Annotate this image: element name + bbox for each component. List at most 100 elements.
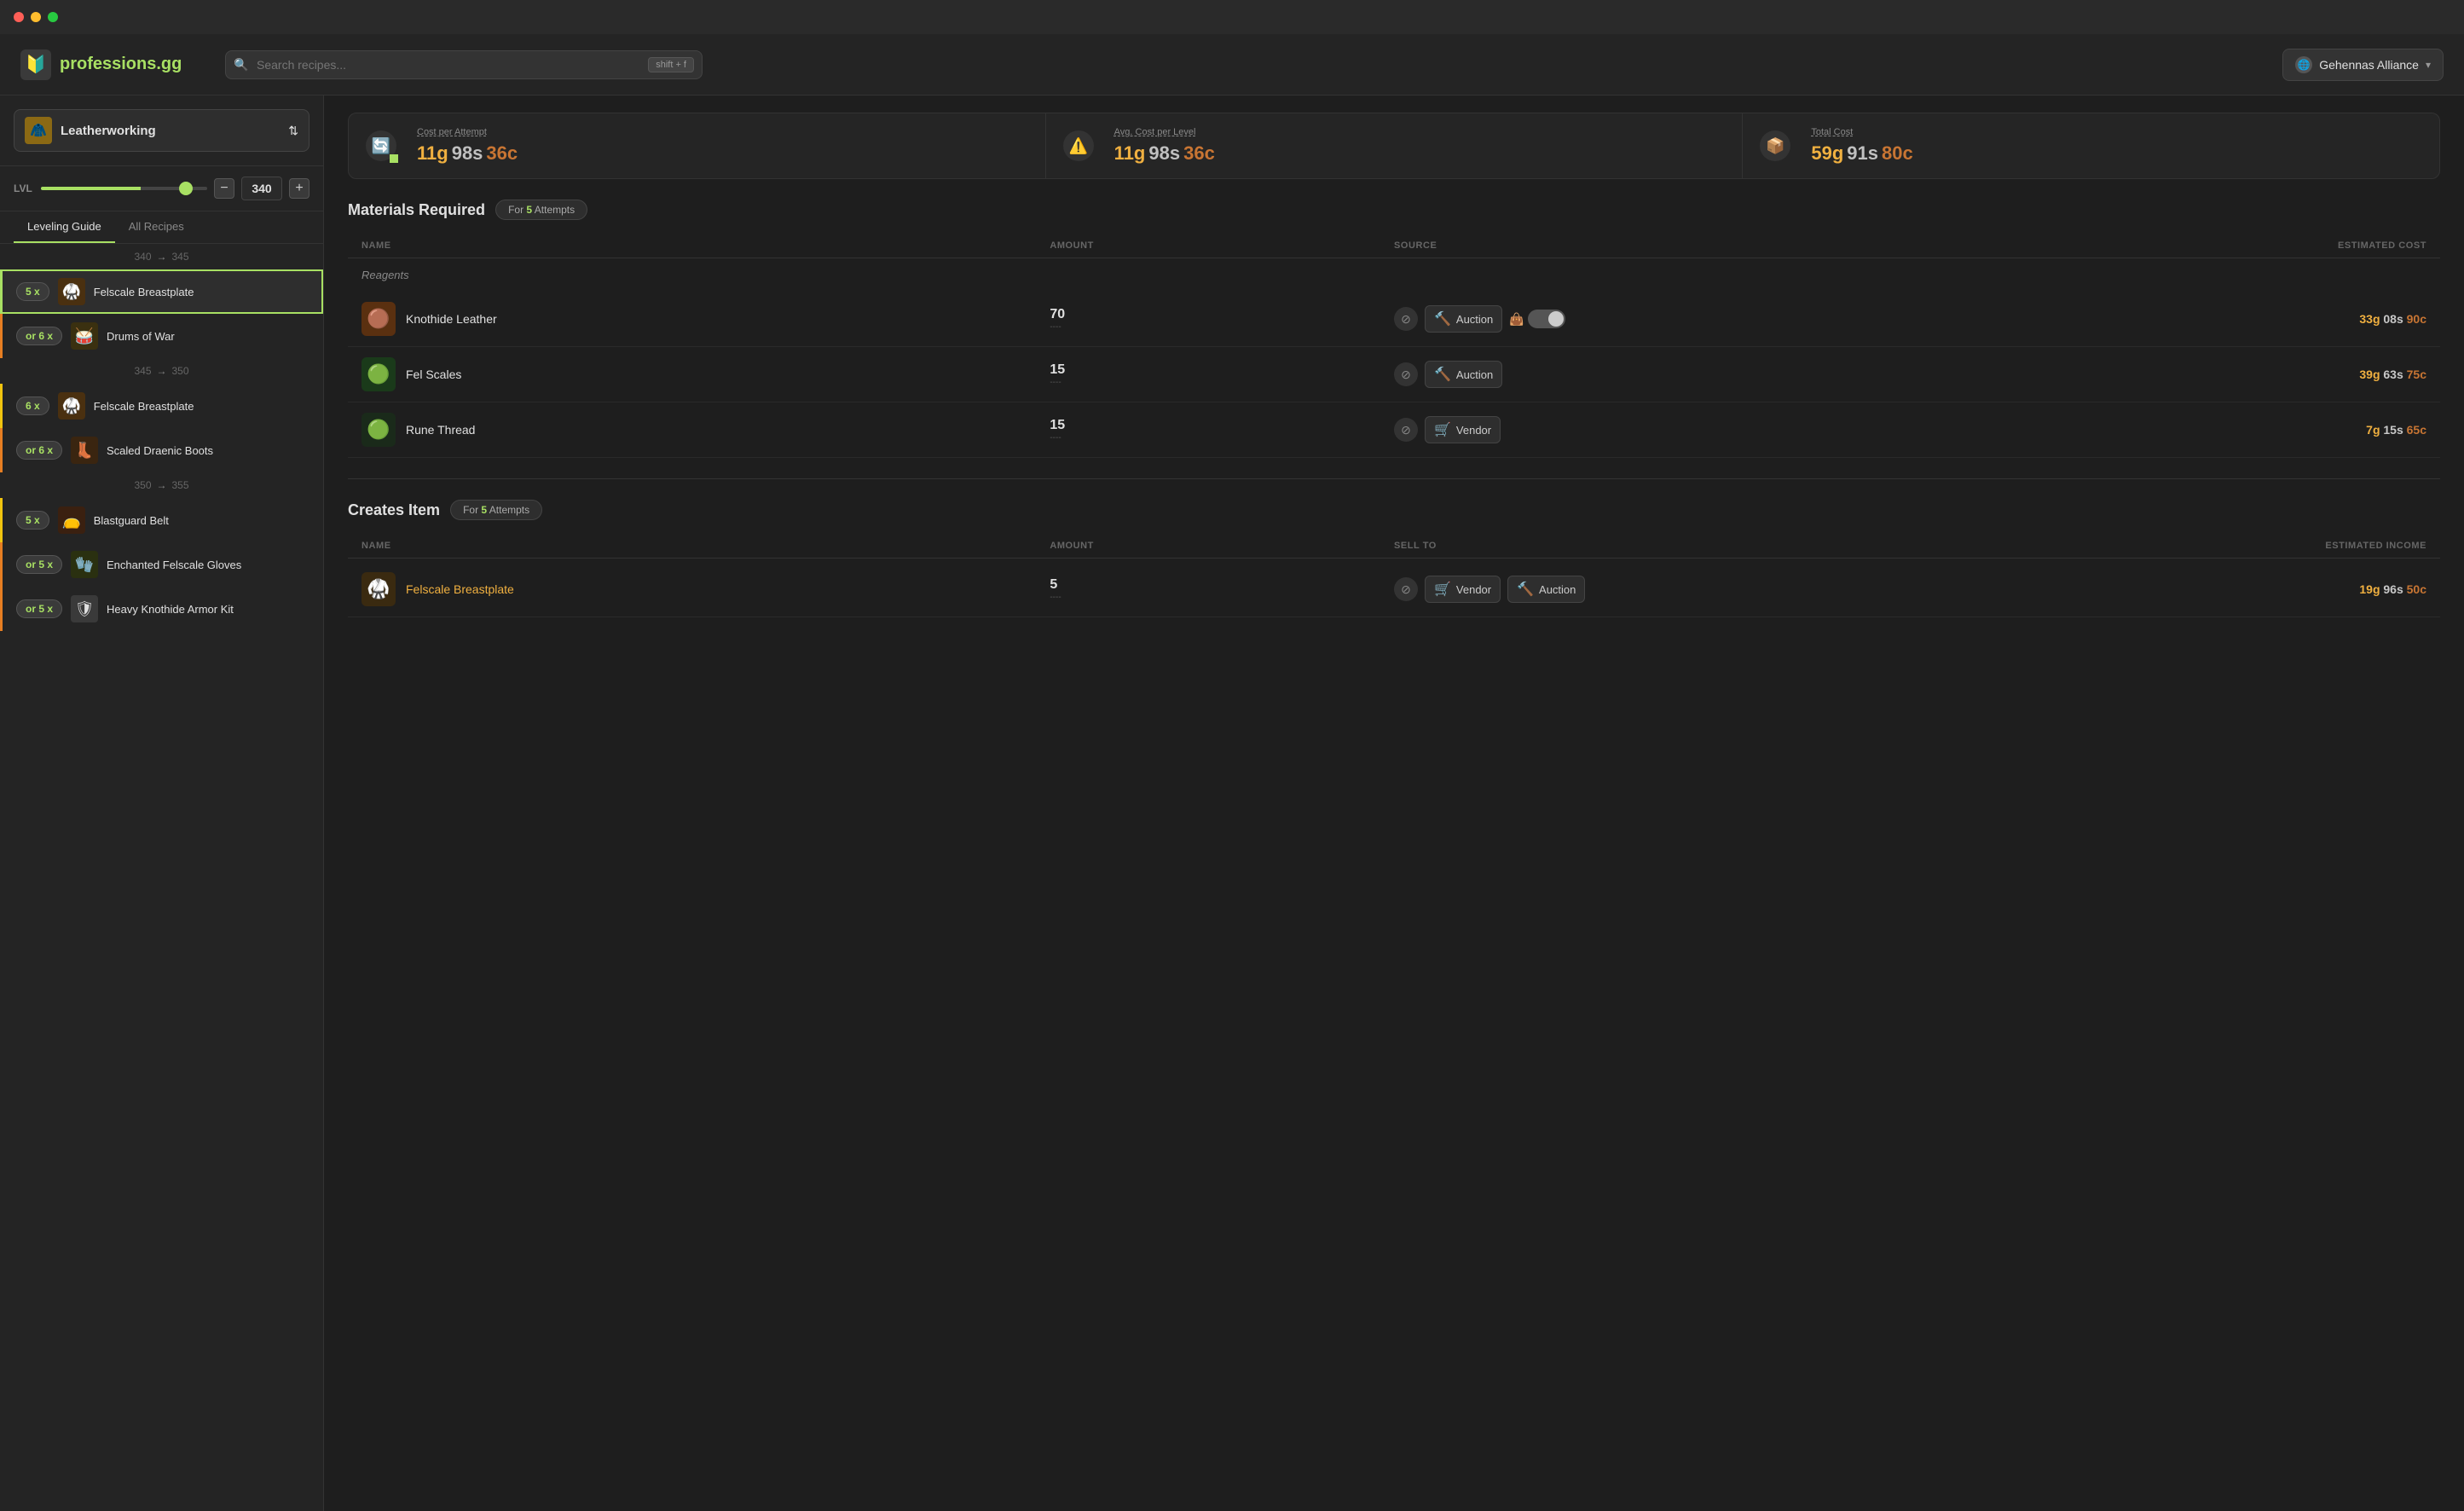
col-amount: AMOUNT	[1050, 240, 1394, 251]
no-source-icon: ⊘	[1394, 418, 1418, 442]
keyboard-shortcut-badge: shift + f	[648, 57, 694, 72]
vendor-icon: 🛒	[1434, 421, 1451, 438]
main-layout: 🧥 Leatherworking ⇅ LVL − 340 + Leveling …	[0, 96, 2464, 1511]
profession-name: Leatherworking	[61, 124, 280, 138]
knothide-cost-cell: 33g 08s 90c	[1911, 312, 2427, 326]
fel-scales-name: Fel Scales	[406, 368, 461, 381]
total-cost-label: Total Cost	[1811, 127, 1912, 137]
auction-label: Auction	[1539, 583, 1576, 596]
fel-scales-source-cell: ⊘ 🔨 Auction	[1394, 361, 1911, 388]
creates-section-header: Creates Item For 5 Attempts	[348, 500, 2440, 520]
level-arrow-icon: →	[157, 479, 167, 491]
item-cell-rune-thread: 🟢 Rune Thread	[362, 413, 1050, 447]
rune-thread-cost-cell: 7g 15s 65c	[1911, 423, 2427, 437]
creates-col-amount: AMOUNT	[1050, 541, 1394, 551]
table-row: 🥋 Felscale Breastplate 5 ---- ⊘ 🛒 Vendor…	[348, 562, 2440, 617]
fel-scales-amount: 15	[1050, 362, 1394, 378]
auction-source-button[interactable]: 🔨 Auction	[1425, 305, 1502, 333]
rune-thread-icon: 🟢	[362, 413, 396, 447]
rune-thread-name: Rune Thread	[406, 423, 475, 437]
search-icon: 🔍	[234, 57, 248, 72]
vendor-sell-button[interactable]: 🛒 Vendor	[1425, 576, 1501, 603]
close-button[interactable]	[14, 12, 24, 22]
cost-per-attempt-icon: 🔄	[366, 130, 396, 161]
logo-text: professions.gg	[60, 55, 182, 74]
amount-dash: ----	[1050, 593, 1394, 602]
bag-icon: 👜	[1509, 312, 1524, 327]
search-input[interactable]	[225, 50, 703, 79]
vendor-label: Vendor	[1456, 583, 1491, 596]
toggle-thumb	[1548, 311, 1564, 327]
title-bar	[0, 0, 2464, 34]
item-cell-felscale-creates: 🥋 Felscale Breastplate	[362, 572, 1050, 606]
stats-bar: 🔄 Cost per Attempt 11g 98s 36c	[348, 113, 2440, 179]
amount-dash: ----	[1050, 433, 1394, 443]
recipe-name: Felscale Breastplate	[94, 400, 194, 413]
recipe-item-blastguard-belt[interactable]: 5 x 👝 Blastguard Belt	[0, 498, 323, 542]
recipe-count-badge: or 5 x	[16, 599, 62, 618]
recipe-count-badge: 5 x	[16, 282, 49, 301]
vendor-icon: 🛒	[1434, 581, 1451, 598]
level-increment-button[interactable]: +	[289, 178, 309, 199]
recipe-name: Blastguard Belt	[94, 514, 169, 527]
recipe-name: Felscale Breastplate	[94, 286, 194, 298]
recipe-name: Scaled Draenic Boots	[107, 444, 213, 457]
profession-select[interactable]: 🧥 Leatherworking ⇅	[14, 109, 309, 152]
realm-globe-icon: 🌐	[2295, 56, 2312, 73]
level-slider[interactable]	[41, 187, 207, 190]
felscale-creates-amount-cell: 5 ----	[1050, 577, 1394, 602]
maximize-button[interactable]	[48, 12, 58, 22]
total-cost-icon: 📦	[1760, 130, 1790, 161]
toggle-bg[interactable]	[1528, 310, 1565, 328]
rune-thread-source-cell: ⊘ 🛒 Vendor	[1394, 416, 1911, 443]
tab-leveling-guide[interactable]: Leveling Guide	[14, 211, 115, 243]
recipe-name: Drums of War	[107, 330, 175, 343]
level-decrement-button[interactable]: −	[214, 178, 234, 199]
fel-scales-icon: 🟢	[362, 357, 396, 391]
tab-all-recipes[interactable]: All Recipes	[115, 211, 198, 243]
materials-section-header: Materials Required For 5 Attempts	[348, 200, 2440, 220]
level-input[interactable]: 340	[241, 177, 282, 200]
recipe-icon: 🥁	[71, 322, 98, 350]
materials-attempts-badge: For 5 Attempts	[495, 200, 587, 220]
felscale-creates-name: Felscale Breastplate	[406, 582, 514, 596]
recipe-item-enchanted-felscale-gloves[interactable]: or 5 x 🧤 Enchanted Felscale Gloves	[0, 542, 323, 587]
recipe-item-felscale-breastplate-2[interactable]: 6 x 🥋 Felscale Breastplate	[0, 384, 323, 428]
rune-thread-amount: 15	[1050, 418, 1394, 433]
logo-area: 🔰 professions.gg	[20, 49, 191, 80]
stat-total-cost: 📦 Total Cost 59g 91s 80c	[1743, 113, 2439, 178]
toggle-switch-knothide[interactable]: 👜	[1509, 310, 1565, 328]
creates-title: Creates Item	[348, 501, 440, 519]
auction-label: Auction	[1456, 368, 1493, 381]
recipe-icon: 🥋	[58, 278, 85, 305]
section-divider	[348, 478, 2440, 479]
avg-cost-icon: ⚠️	[1063, 130, 1094, 161]
no-source-icon: ⊘	[1394, 577, 1418, 601]
reagents-sub-header: Reagents	[348, 262, 2440, 288]
auction-sell-button[interactable]: 🔨 Auction	[1507, 576, 1585, 603]
recipe-count-badge: or 6 x	[16, 441, 62, 460]
minimize-button[interactable]	[31, 12, 41, 22]
recipe-icon: 🧤	[71, 551, 98, 578]
recipe-item-scaled-draenic-boots[interactable]: or 6 x 👢 Scaled Draenic Boots	[0, 428, 323, 472]
header: 🔰 professions.gg 🔍 shift + f 🌐 Gehennas …	[0, 34, 2464, 96]
auction-source-button-2[interactable]: 🔨 Auction	[1425, 361, 1502, 388]
auction-label: Auction	[1456, 313, 1493, 326]
recipe-item-heavy-knothide-armor-kit[interactable]: or 5 x 🛡 Heavy Knothide Armor Kit	[0, 587, 323, 631]
recipe-count-badge: or 5 x	[16, 555, 62, 574]
knothide-leather-name: Knothide Leather	[406, 312, 497, 326]
profession-icon: 🧥	[25, 117, 52, 144]
felscale-sell-to-cell: ⊘ 🛒 Vendor 🔨 Auction	[1394, 576, 1911, 603]
recipe-item-drums-of-war[interactable]: or 6 x 🥁 Drums of War	[0, 314, 323, 358]
felscale-creates-amount: 5	[1050, 577, 1394, 593]
recipe-item-felscale-breastplate-1[interactable]: 5 x 🥋 Felscale Breastplate	[0, 269, 323, 314]
sidebar: 🧥 Leatherworking ⇅ LVL − 340 + Leveling …	[0, 96, 324, 1511]
col-estimated-cost: ESTIMATED COST	[1911, 240, 2427, 251]
vendor-source-button[interactable]: 🛒 Vendor	[1425, 416, 1501, 443]
stat-cost-per-attempt: 🔄 Cost per Attempt 11g 98s 36c	[349, 113, 1046, 178]
recipe-name: Enchanted Felscale Gloves	[107, 559, 241, 571]
realm-selector[interactable]: 🌐 Gehennas Alliance ▾	[2282, 49, 2444, 81]
auction-hammer-icon: 🔨	[1517, 581, 1534, 598]
sidebar-header: 🧥 Leatherworking ⇅	[0, 96, 323, 166]
recipe-icon: 👝	[58, 507, 85, 534]
